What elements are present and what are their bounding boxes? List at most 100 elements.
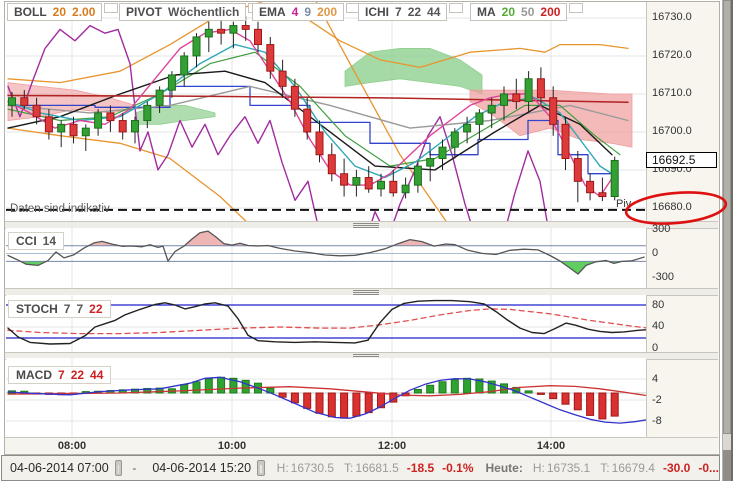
candle-up: [229, 25, 238, 34]
candle-up: [143, 104, 152, 122]
macd-hist-down: [340, 392, 349, 419]
change-percent: -0.1%: [442, 461, 474, 475]
candle-up: [426, 158, 435, 167]
macd-panel-label[interactable]: MACD 7 22 44: [8, 366, 112, 384]
axis-tick-label: 16710.0: [652, 87, 692, 100]
indicator-name: PIVOT: [126, 5, 163, 19]
indicator-name: ICHI: [365, 5, 389, 19]
macd-hist-down: [290, 392, 299, 404]
axis-tick-label: 16720.0: [652, 49, 692, 62]
today-low-label: T:: [600, 461, 610, 475]
indicator-name: STOCH: [16, 302, 58, 316]
indicator-box-pivot[interactable]: PIVOT Wöchentlich: [119, 3, 247, 21]
candle-up: [377, 180, 385, 190]
candle-up: [57, 123, 66, 133]
indicator-param: 20: [501, 5, 516, 19]
axis-tick-label: -2: [652, 393, 662, 406]
macd-hist-down: [586, 392, 595, 416]
candle-up: [204, 28, 213, 38]
date-range-separator: -: [132, 461, 137, 475]
indicator-box-ema[interactable]: EMA 4 9 200: [252, 3, 345, 21]
axis-tick-label: 16730.0: [652, 11, 692, 24]
time-tick-label: 08:00: [57, 440, 87, 452]
macd-hist-up: [524, 390, 533, 394]
candle-up: [131, 120, 139, 133]
candle-down: [536, 78, 545, 99]
macd-hist-down: [327, 392, 336, 418]
candle-up: [8, 97, 16, 106]
calendar-icon[interactable]: [257, 460, 265, 476]
indicator-param: 22: [70, 368, 85, 382]
cci-panel-label[interactable]: CCI 14: [8, 232, 65, 250]
indicator-param: 200: [540, 5, 561, 19]
current-price-marker: 16692.5: [646, 152, 717, 169]
indicator-box-ma[interactable]: MA 20 50 200: [470, 3, 568, 21]
macd-hist-down: [610, 392, 619, 417]
macd-hist-down: [549, 392, 558, 400]
indicator-stub-box[interactable]: [104, 3, 118, 13]
calendar-icon[interactable]: [114, 460, 123, 476]
indicator-box-ichi[interactable]: ICHI 7 22 44: [358, 3, 448, 21]
axis-tick-label: 300: [652, 223, 671, 236]
axis-tick-label: -300: [652, 270, 675, 283]
candle-up: [450, 131, 459, 148]
macd-hist-down: [303, 392, 312, 409]
axis-tick-label: 80: [652, 298, 665, 311]
macd-hist-down: [573, 392, 582, 411]
date-to-field[interactable]: 04-06-2014 15:20: [152, 461, 251, 475]
candle-up: [155, 89, 164, 106]
main-price-chart[interactable]: [6, 2, 646, 222]
today-label: Heute:: [485, 461, 523, 475]
cci-line: [7, 230, 645, 275]
indicator-param: 7: [395, 5, 402, 19]
status-bar: 04-06-2014 07:00 - 04-06-2014 15:20 H: 1…: [1, 455, 720, 481]
candle-up: [610, 159, 619, 198]
indicator-param: 7: [76, 302, 84, 316]
indicator-param: 50: [521, 5, 535, 19]
candle-down: [315, 131, 324, 156]
candle-up: [192, 36, 201, 57]
macd-hist-up: [192, 381, 201, 394]
candle-down: [364, 177, 373, 190]
indicator-param: 9: [304, 5, 312, 19]
macd-hist-down: [315, 392, 324, 414]
indicator-box-boll[interactable]: BOLL 20 2.00: [7, 3, 103, 21]
axis-tick-label: 0: [652, 342, 659, 355]
macd-hist-down: [561, 392, 570, 405]
indicator-stub-box[interactable]: [449, 3, 463, 13]
indicator-param: 200: [317, 5, 338, 19]
macd-hist-up: [438, 381, 447, 394]
axis-tick-label: 16700.0: [652, 125, 692, 138]
indicator-param: 7: [63, 302, 71, 316]
candle-down: [598, 192, 607, 198]
indicator-param: 44: [90, 368, 104, 382]
stoch-panel-label[interactable]: STOCH 7 7 22: [8, 300, 111, 318]
time-tick-label: 14:00: [536, 440, 566, 452]
indicator-param: 22: [89, 302, 103, 316]
candle-up: [463, 123, 472, 133]
candle-down: [32, 104, 41, 118]
indicator-param: 2.00: [72, 5, 96, 19]
indicator-stub-box[interactable]: [569, 3, 583, 13]
candle-up: [500, 93, 508, 106]
candle-down: [118, 120, 127, 133]
scrollbar-thumb[interactable]: [723, 0, 731, 434]
candle-down: [303, 108, 312, 133]
scrollbar-bottom-segment[interactable]: [723, 450, 731, 481]
candle-down: [278, 70, 287, 87]
candle-up: [167, 74, 176, 91]
indicator-param: 14: [42, 234, 57, 248]
macd-hist-up: [180, 384, 189, 394]
date-from-field[interactable]: 04-06-2014 07:00: [10, 461, 109, 475]
indicator-name: BOLL: [14, 5, 47, 19]
indicator-param: 20: [52, 5, 67, 19]
macd-hist-up: [413, 389, 422, 394]
axis-tick-label: 16680.0: [652, 201, 692, 214]
macd-hist-down: [536, 392, 545, 395]
today-high-value: 16735.1: [546, 461, 591, 475]
candle-up: [94, 112, 103, 129]
indicator-param: 22: [407, 5, 422, 19]
candle-down: [340, 173, 349, 186]
cci-indicator-chart[interactable]: [6, 228, 646, 288]
candle-up: [487, 104, 496, 114]
